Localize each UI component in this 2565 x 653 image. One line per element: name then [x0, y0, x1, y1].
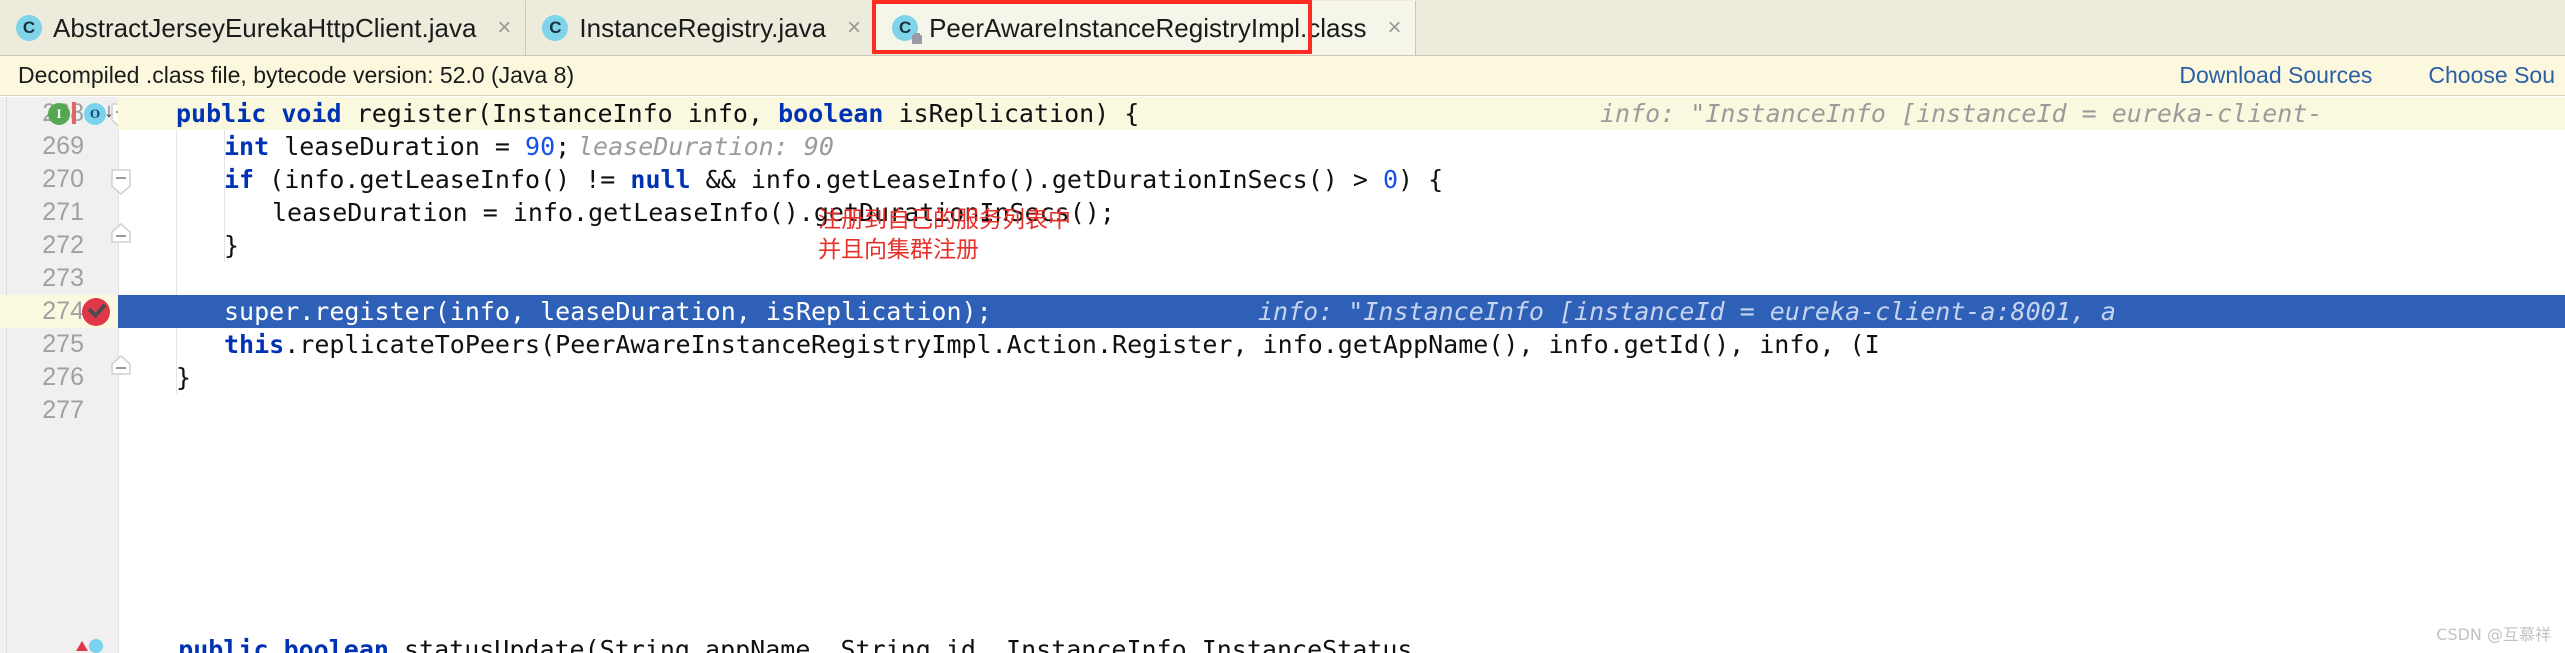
token-null: null: [630, 165, 691, 194]
breakpoint-icon[interactable]: [82, 298, 110, 326]
token-cond-b: && info.getLeaseInfo().getDurationInSecs…: [690, 165, 1383, 194]
notification-text: Decompiled .class file, bytecode version…: [18, 62, 575, 88]
indent-guide-1: [176, 130, 177, 394]
tab-peerawareinstanceregistryimpl[interactable]: C PeerAwareInstanceRegistryImpl.class ×: [876, 1, 1417, 55]
tab-label: PeerAwareInstanceRegistryImpl.class: [929, 12, 1367, 43]
token-90: 90: [525, 132, 556, 161]
token-public: public: [176, 99, 267, 128]
token-int: int: [224, 132, 270, 161]
line-number-272: 272: [42, 231, 84, 259]
tab-label: InstanceRegistry.java: [579, 12, 827, 43]
download-sources-link[interactable]: Download Sources: [2179, 62, 2372, 89]
token-if: if: [224, 165, 255, 194]
token-this: this: [224, 330, 285, 359]
annotation-note-1: 注册到自己的服务列表中: [818, 207, 1071, 233]
caret-position-marker: [72, 102, 76, 124]
code-line-274[interactable]: super.register(info, leaseDuration, isRe…: [224, 295, 992, 328]
debug-hint-269: leaseDuration: 90: [578, 132, 834, 161]
tab-label: AbstractJerseyEurekaHttpClient.java: [53, 12, 477, 43]
java-class-icon: C: [16, 15, 42, 41]
line-number-269: 269: [42, 132, 84, 160]
code-content[interactable]: public void register(InstanceInfo info, …: [118, 97, 2565, 653]
tab-instanceregistry[interactable]: C InstanceRegistry.java ×: [526, 1, 877, 55]
line-number-274: 274: [42, 297, 84, 325]
overriding-method-icon[interactable]: O: [84, 103, 106, 125]
line-number-271: 271: [42, 198, 84, 226]
close-icon[interactable]: ×: [1387, 16, 1401, 40]
code-line-269[interactable]: int leaseDuration = 90;: [224, 130, 570, 163]
token-signature: register(InstanceInfo info,: [341, 99, 779, 128]
token-closing-brace: }: [224, 231, 240, 260]
code-line-275[interactable]: this.replicateToPeers(PeerAwareInstanceR…: [224, 328, 1880, 361]
debug-hint-274: info: "InstanceInfo [instanceId = eureka…: [1258, 297, 2116, 326]
watermark-text: CSDN @互慕祥: [2436, 625, 2551, 644]
choose-sources-link[interactable]: Choose Sou: [2428, 62, 2555, 89]
token-cond-end: ) {: [1398, 165, 1444, 194]
java-class-locked-icon: C: [892, 15, 923, 44]
code-line-partial-bottom: public boolean statusUpdate(String appNa…: [118, 635, 1413, 653]
token-assign: leaseDuration =: [269, 132, 526, 161]
implemented-method-icon[interactable]: I: [48, 103, 70, 125]
token-void: void: [281, 99, 342, 128]
close-icon[interactable]: ×: [497, 16, 511, 40]
gutter-icon-bottom-partial[interactable]: [74, 637, 104, 653]
decompiled-notification-bar: Decompiled .class file, bytecode version…: [0, 56, 2565, 96]
token-signature-end: isReplication) {: [883, 99, 1140, 128]
line-number-276: 276: [42, 363, 84, 391]
editor-gutter[interactable]: 268 269 270 271 272 273 274 275 276 277 …: [0, 97, 131, 653]
code-line-270[interactable]: if (info.getLeaseInfo() != null && info.…: [224, 163, 1443, 196]
token-super-register: super.register(info, leaseDuration, isRe…: [224, 297, 992, 326]
annotation-note-2: 并且向集群注册: [818, 237, 979, 263]
code-line-272[interactable]: }: [224, 229, 239, 262]
token-boolean: boolean: [778, 99, 884, 128]
token-cond-a: (info.getLeaseInfo() !=: [254, 165, 631, 194]
line-number-273: 273: [42, 264, 84, 292]
editor-tab-bar: C AbstractJerseyEurekaHttpClient.java × …: [0, 0, 2565, 56]
debug-hint-268: info: "InstanceInfo [instanceId = eureka…: [1600, 99, 2323, 128]
java-class-icon: C: [542, 15, 569, 41]
token-replicatetopeers: .replicateToPeers(PeerAwareInstanceRegis…: [284, 330, 1880, 359]
code-line-276[interactable]: }: [176, 361, 191, 394]
line-number-275: 275: [42, 330, 84, 358]
tab-abstractjerseyeurekahttpclient[interactable]: C AbstractJerseyEurekaHttpClient.java ×: [0, 1, 527, 55]
line-number-277: 277: [42, 396, 84, 424]
code-line-268[interactable]: public void register(InstanceInfo info, …: [176, 97, 1139, 130]
token-method-close: }: [176, 363, 192, 392]
close-icon[interactable]: ×: [847, 16, 861, 40]
tab-bar-empty-area: [1416, 1, 2565, 55]
token-0: 0: [1382, 165, 1399, 194]
notification-links: Download Sources Choose Sou: [2179, 62, 2565, 89]
line-number-270: 270: [42, 165, 84, 193]
token-semicolon: ;: [555, 132, 571, 161]
code-editor[interactable]: 268 269 270 271 272 273 274 275 276 277 …: [0, 97, 2565, 653]
